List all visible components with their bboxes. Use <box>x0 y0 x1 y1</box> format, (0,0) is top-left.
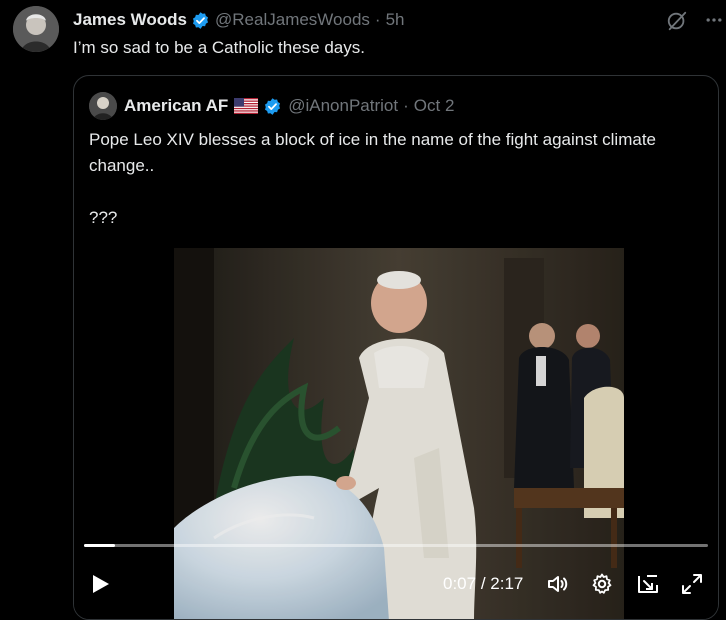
tweet: James Woods @RealJamesWoods · 5h I’m so … <box>0 0 726 620</box>
separator-dot: · <box>374 10 381 29</box>
quote-author-handle[interactable]: @iAnonPatriot <box>288 96 398 116</box>
tweet-text: I’m so sad to be a Catholic these days. <box>73 38 365 57</box>
us-flag-icon <box>234 98 259 114</box>
more-options-icon[interactable] <box>704 10 724 30</box>
volume-icon[interactable] <box>546 572 570 596</box>
tweet-time[interactable]: 5h <box>386 10 405 30</box>
author-handle[interactable]: @RealJamesWoods <box>215 10 370 30</box>
quote-text: Pope Leo XIV blesses a block of ice in t… <box>89 127 699 231</box>
author-name[interactable]: James Woods <box>73 10 187 30</box>
separator-dot: · <box>403 96 409 115</box>
verified-badge-icon <box>191 11 210 30</box>
verified-badge-icon <box>263 97 282 116</box>
grok-icon[interactable] <box>666 10 688 32</box>
quote-tweet-card[interactable]: American AF @iAnonPatriot · Oct 2 Pope L… <box>73 75 719 620</box>
quote-author-avatar[interactable] <box>89 92 117 120</box>
video-duration: 2:17 <box>490 574 524 593</box>
quote-date[interactable]: Oct 2 <box>414 96 455 116</box>
tweet-header: James Woods @RealJamesWoods · 5h <box>73 10 405 30</box>
quote-text-line: Pope Leo XIV blesses a block of ice in t… <box>89 130 657 175</box>
picture-in-picture-icon[interactable] <box>636 572 660 596</box>
author-avatar[interactable] <box>13 6 59 52</box>
quote-header: American AF @iAnonPatriot · Oct 2 <box>124 96 454 116</box>
video-frame[interactable] <box>174 248 624 619</box>
quote-text-line: ??? <box>89 208 118 227</box>
video-player[interactable]: 0:07 / 2:17 <box>74 248 718 619</box>
play-icon[interactable] <box>88 572 112 596</box>
video-progress-fill <box>84 544 116 547</box>
video-time-separator: / <box>476 574 491 593</box>
settings-gear-icon[interactable] <box>590 572 614 596</box>
video-progress-bar[interactable] <box>84 544 708 547</box>
video-current-time: 0:07 <box>443 574 477 593</box>
video-time-readout: 0:07 / 2:17 <box>443 574 523 594</box>
fullscreen-icon[interactable] <box>680 572 704 596</box>
quote-author-name[interactable]: American AF <box>124 96 228 116</box>
